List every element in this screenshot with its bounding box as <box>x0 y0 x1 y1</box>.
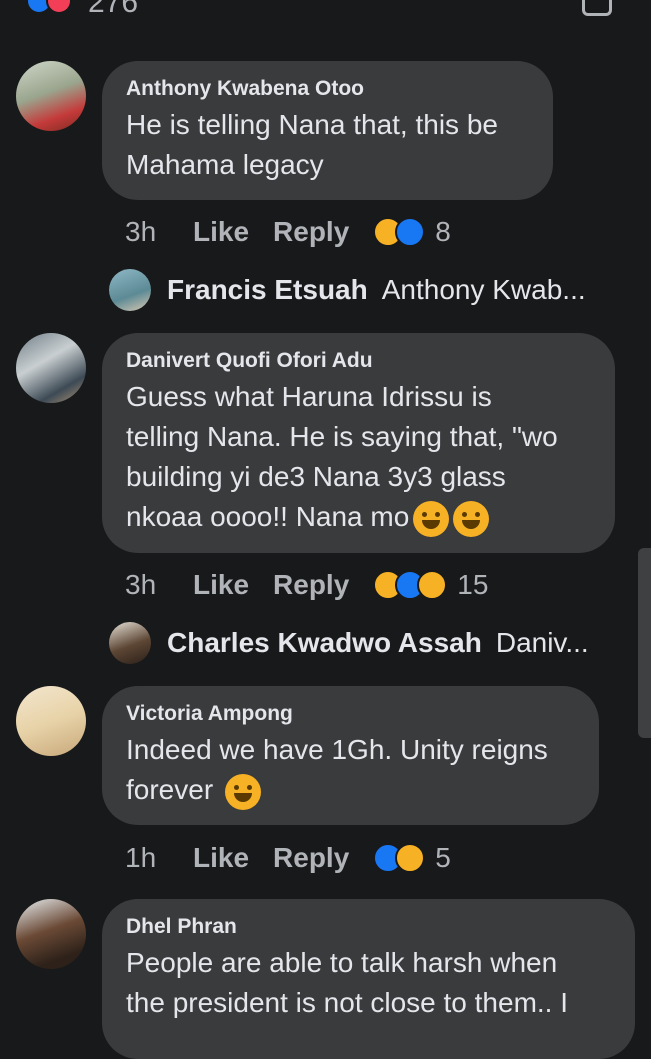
comment-author[interactable]: Dhel Phran <box>126 915 611 939</box>
reply-author: Francis Etsuah <box>167 274 368 305</box>
laughing-emoji-icon <box>453 500 490 537</box>
scrollbar[interactable] <box>638 548 651 738</box>
comment-time[interactable]: 3h <box>125 216 193 248</box>
reply-text: Daniv... <box>495 627 589 658</box>
comment-time[interactable]: 1h <box>125 842 193 874</box>
comment-text: Indeed we have 1Gh. Unity reigns forever <box>126 730 575 810</box>
comment-author[interactable]: Danivert Quofi Ofori Adu <box>126 349 591 373</box>
like-button[interactable]: Like <box>193 842 249 874</box>
reply-author: Charles Kwadwo Assah <box>167 627 482 658</box>
love-icon <box>46 0 72 14</box>
reply-button[interactable]: Reply <box>273 216 349 248</box>
like-button[interactable]: Like <box>193 216 249 248</box>
avatar[interactable] <box>16 686 86 756</box>
comment-author[interactable]: Anthony Kwabena Otoo <box>126 77 529 101</box>
share-icon[interactable] <box>582 0 612 16</box>
reply-preview[interactable]: Charles Kwadwo Assah Daniv... <box>109 621 589 665</box>
reaction-count[interactable]: 5 <box>435 842 451 874</box>
reaction-summary[interactable] <box>26 0 72 14</box>
top-reaction-bar: 276 <box>0 0 651 26</box>
comment-reactions[interactable] <box>373 843 426 873</box>
reaction-count[interactable]: 8 <box>435 216 451 248</box>
avatar[interactable] <box>16 333 86 403</box>
comment-bubble: Dhel Phran People are able to talk harsh… <box>102 899 635 1059</box>
like-icon <box>395 217 426 247</box>
comment-bubble: Victoria Ampong Indeed we have 1Gh. Unit… <box>102 686 599 825</box>
comment-text: He is telling Nana that, this be Mahama … <box>126 109 498 180</box>
comment-bubble: Anthony Kwabena Otoo He is telling Nana … <box>102 61 553 200</box>
reaction-count[interactable]: 15 <box>457 569 488 601</box>
reply-text: Anthony Kwab... <box>381 274 586 305</box>
comment-actions: 1h Like Reply 5 <box>125 838 451 878</box>
comment-text-body: Indeed we have 1Gh. Unity reigns forever <box>126 734 548 805</box>
reaction-count[interactable]: 276 <box>88 0 138 20</box>
reply-button[interactable]: Reply <box>273 842 349 874</box>
comment-text: People are able to talk harsh when the p… <box>126 947 569 1018</box>
comment-author[interactable]: Victoria Ampong <box>126 702 575 726</box>
kiss-icon <box>395 843 426 873</box>
comment-bubble: Danivert Quofi Ofori Adu Guess what Haru… <box>102 333 615 553</box>
avatar[interactable] <box>16 61 86 131</box>
reply-button[interactable]: Reply <box>273 569 349 601</box>
avatar <box>109 269 151 311</box>
reply-preview[interactable]: Francis Etsuah Anthony Kwab... <box>109 268 586 312</box>
comment-reactions[interactable] <box>373 570 448 600</box>
like-button[interactable]: Like <box>193 569 249 601</box>
grin-emoji-icon <box>413 500 450 537</box>
kiss-emoji-icon <box>224 773 261 810</box>
avatar[interactable] <box>16 899 86 969</box>
comment-text-body: Guess what Haruna Idrissu is telling Nan… <box>126 381 558 532</box>
comment-text: Guess what Haruna Idrissu is telling Nan… <box>126 377 591 537</box>
comment-time[interactable]: 3h <box>125 569 193 601</box>
avatar <box>109 622 151 664</box>
comment-actions: 3h Like Reply 8 <box>125 212 451 252</box>
comment-actions: 3h Like Reply 15 <box>125 565 488 605</box>
comment-reactions[interactable] <box>373 217 426 247</box>
wow-icon <box>417 570 448 600</box>
